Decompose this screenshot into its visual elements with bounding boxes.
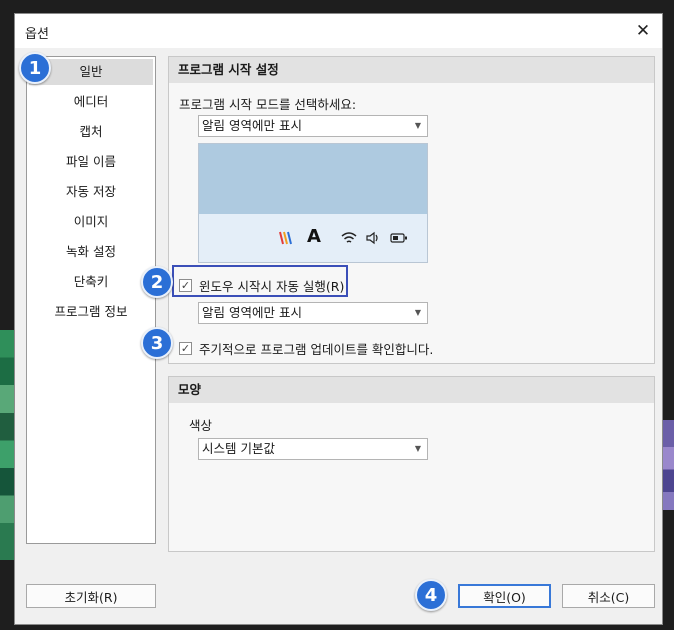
color-value: 시스템 기본값 xyxy=(202,441,275,456)
sidebar-item-autosave[interactable]: 자동 저장 xyxy=(27,177,155,207)
font-a-icon: A xyxy=(307,226,321,247)
annotation-badge-1: 1 xyxy=(19,52,51,84)
sidebar-item-about[interactable]: 프로그램 정보 xyxy=(27,297,155,327)
close-icon[interactable]: ✕ xyxy=(632,20,654,42)
cancel-button[interactable]: 취소(C) xyxy=(562,584,655,608)
sidebar-item-filename[interactable]: 파일 이름 xyxy=(27,147,155,177)
autorun-mode-value: 알림 영역에만 표시 xyxy=(202,305,302,320)
reset-button[interactable]: 초기화(R) xyxy=(26,584,156,608)
sidebar-item-image[interactable]: 이미지 xyxy=(27,207,155,237)
startup-panel-heading: 프로그램 시작 설정 xyxy=(169,57,654,83)
title-bar: 옵션 ✕ xyxy=(15,14,662,48)
dialog-title: 옵션 xyxy=(25,27,49,42)
sidebar-item-shortcuts[interactable]: 단축키 xyxy=(27,267,155,297)
autorun-mode-select[interactable]: 알림 영역에만 표시 ▼ xyxy=(198,302,428,324)
update-label: 주기적으로 프로그램 업데이트를 확인합니다. xyxy=(199,342,434,357)
color-select[interactable]: 시스템 기본값 ▼ xyxy=(198,438,428,460)
appearance-panel-heading: 모양 xyxy=(169,377,654,403)
startup-mode-value: 알림 영역에만 표시 xyxy=(202,118,302,133)
app-logo-icon xyxy=(279,231,292,245)
ok-button[interactable]: 확인(O) xyxy=(458,584,551,608)
chevron-down-icon: ▼ xyxy=(414,308,421,317)
color-label: 색상 xyxy=(189,418,213,433)
sidebar-item-recording[interactable]: 녹화 설정 xyxy=(27,237,155,267)
startup-mode-select[interactable]: 알림 영역에만 표시 ▼ xyxy=(198,115,428,137)
annotation-badge-4: 4 xyxy=(415,579,447,611)
annotation-badge-2: 2 xyxy=(141,266,173,298)
wifi-icon xyxy=(341,232,357,243)
sidebar-item-capture[interactable]: 캡처 xyxy=(27,117,155,147)
background-pixel-strip-left xyxy=(0,330,14,560)
taskbar-preview: A xyxy=(199,214,427,262)
options-sidebar: 일반 에디터 캡처 파일 이름 자동 저장 이미지 녹화 설정 단축키 프로그램… xyxy=(26,56,156,544)
update-checkbox-row[interactable]: ✓ 주기적으로 프로그램 업데이트를 확인합니다. xyxy=(179,339,433,358)
speaker-icon xyxy=(366,231,378,245)
annotation-badge-3: 3 xyxy=(141,327,173,359)
startup-mode-prompt: 프로그램 시작 모드를 선택하세요: xyxy=(179,97,357,112)
update-checkbox[interactable]: ✓ xyxy=(179,342,192,355)
appearance-panel: 모양 색상 시스템 기본값 ▼ xyxy=(168,376,655,552)
startup-settings-panel: 프로그램 시작 설정 프로그램 시작 모드를 선택하세요: 알림 영역에만 표시… xyxy=(168,56,655,364)
sidebar-item-editor[interactable]: 에디터 xyxy=(27,87,155,117)
chevron-down-icon: ▼ xyxy=(414,121,421,130)
options-dialog: 옵션 ✕ 일반 에디터 캡처 파일 이름 자동 저장 이미지 녹화 설정 단축키… xyxy=(14,13,663,625)
autorun-highlight-box xyxy=(172,265,348,297)
background-pixel-strip-right xyxy=(663,420,674,510)
tray-preview: A xyxy=(198,143,428,263)
chevron-down-icon: ▼ xyxy=(414,444,421,453)
battery-icon xyxy=(390,233,407,243)
